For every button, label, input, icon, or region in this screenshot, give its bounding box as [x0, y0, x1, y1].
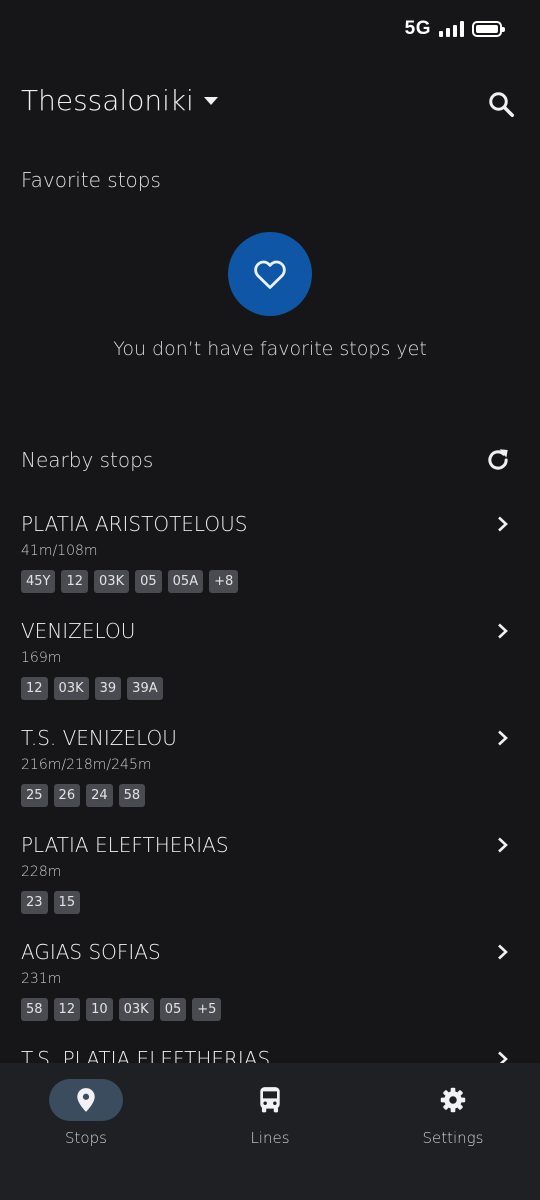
search-button[interactable] [486, 89, 516, 119]
line-chip: 10 [86, 998, 113, 1021]
line-chip: 39A [127, 677, 163, 700]
line-chip: 25 [21, 784, 48, 807]
stop-name: T.S. VENIZELOU [21, 726, 177, 750]
favorites-placeholder [228, 232, 312, 316]
location-pin-icon [77, 1088, 95, 1112]
line-chip: 26 [53, 784, 81, 807]
line-chip: 58 [118, 784, 146, 807]
line-chip: 05 [159, 998, 187, 1021]
refresh-button[interactable] [484, 446, 512, 474]
line-chips: 45Y 12 03K 05 05A +8 [21, 570, 239, 593]
dropdown-arrow-icon [203, 96, 218, 105]
signal-icon [439, 21, 464, 37]
battery-icon [472, 21, 505, 37]
favorites-empty-message: You don’t have favorite stops yet [113, 338, 427, 360]
line-chip: 05 [135, 570, 162, 593]
line-chip: 45Y [21, 570, 56, 593]
stop-distance: 216m/218m/245m [21, 757, 152, 773]
stop-item[interactable]: T.S. VENIZELOU 216m/218m/245m 25 26 24 5… [0, 714, 540, 821]
bottom-navigation: Stops Lines Settings [0, 1063, 540, 1200]
stop-distance: 231m [21, 971, 62, 987]
chevron-right-icon [498, 944, 508, 960]
heart-icon [254, 260, 286, 289]
stop-name: PLATIA ELEFTHERIAS [21, 833, 229, 857]
app-bar: Thessaloniki [0, 80, 540, 130]
nav-tab-lines[interactable]: Lines [180, 1079, 360, 1147]
chevron-right-icon [498, 623, 508, 639]
stop-distance: 169m [21, 650, 62, 666]
line-chip: 15 [53, 891, 81, 914]
nav-icon-container [233, 1079, 307, 1121]
search-icon [489, 92, 514, 117]
stop-name: PLATIA ARISTOTELOUS [21, 512, 248, 536]
stop-name: AGIAS SOFIAS [21, 940, 161, 964]
nearby-title: Nearby stops [21, 448, 154, 472]
line-chip: 12 [53, 998, 81, 1021]
stop-item[interactable]: PLATIA ELEFTHERIAS 228m 23 15 [0, 821, 540, 928]
chevron-right-icon [498, 516, 508, 532]
gear-icon [440, 1087, 466, 1113]
stop-item[interactable]: VENIZELOU 169m 12 03K 39 39A [0, 607, 540, 714]
nav-label-lines: Lines [250, 1129, 290, 1147]
line-chip: 03K [94, 570, 130, 593]
more-lines-chip: +8 [209, 570, 239, 593]
city-selector[interactable]: Thessaloniki [21, 84, 218, 117]
status-icons: 5G [404, 18, 505, 40]
stop-name: T.S. PLATIA ELEFTHERIAS [21, 1047, 271, 1063]
line-chip: 24 [86, 784, 113, 807]
line-chip: 12 [61, 570, 89, 593]
line-chip: 39 [94, 677, 122, 700]
stop-distance: 228m [21, 864, 62, 880]
nav-label-settings: Settings [422, 1129, 484, 1147]
nav-tab-stops[interactable]: Stops [0, 1079, 176, 1147]
stop-item[interactable]: T.S. PLATIA ELEFTHERIAS [0, 1035, 540, 1063]
network-label: 5G [404, 18, 431, 39]
stop-item[interactable]: PLATIA ARISTOTELOUS 41m/108m 45Y 12 03K … [0, 500, 540, 607]
line-chip: 58 [21, 998, 48, 1021]
status-bar: 5G [0, 0, 540, 60]
nav-icon-container [416, 1079, 490, 1121]
line-chips: 58 12 10 03K 05 +5 [21, 998, 222, 1021]
more-lines-chip: +5 [192, 998, 222, 1021]
bus-icon [260, 1087, 280, 1113]
line-chip: 03K [53, 677, 89, 700]
refresh-icon [488, 449, 508, 470]
favorites-title: Favorite stops [21, 168, 161, 192]
nav-active-indicator [49, 1079, 123, 1121]
line-chip: 05A [167, 570, 204, 593]
chevron-right-icon [498, 730, 508, 746]
line-chips: 12 03K 39 39A [21, 677, 163, 700]
line-chips: 25 26 24 58 [21, 784, 146, 807]
nav-label-stops: Stops [65, 1129, 107, 1147]
line-chip: 23 [21, 891, 48, 914]
stop-item[interactable]: AGIAS SOFIAS 231m 58 12 10 03K 05 +5 [0, 928, 540, 1035]
city-title: Thessaloniki [21, 84, 194, 117]
line-chips: 23 15 [21, 891, 81, 914]
chevron-right-icon [498, 1051, 508, 1063]
chevron-right-icon [498, 837, 508, 853]
stop-name: VENIZELOU [21, 619, 136, 643]
line-chip: 12 [21, 677, 48, 700]
nav-tab-settings[interactable]: Settings [363, 1079, 540, 1147]
stop-distance: 41m/108m [21, 543, 98, 559]
line-chip: 03K [118, 998, 154, 1021]
nearby-stops-list: PLATIA ARISTOTELOUS 41m/108m 45Y 12 03K … [0, 500, 540, 1063]
